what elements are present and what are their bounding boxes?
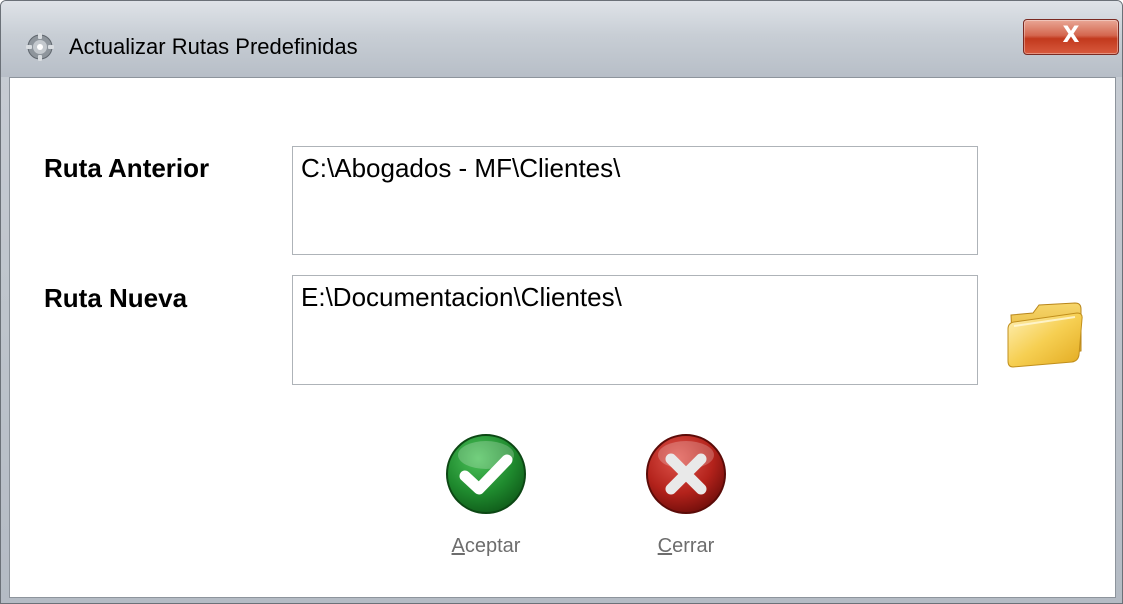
close-window-button[interactable]: X xyxy=(1023,19,1119,55)
close-label: Cerrar xyxy=(657,535,715,557)
checkmark-icon xyxy=(446,434,526,514)
accept-label: Aceptar xyxy=(451,535,521,557)
window-title: Actualizar Rutas Predefinidas xyxy=(69,34,358,59)
close-button[interactable]: Cerrar xyxy=(631,433,741,558)
ruta-nueva-value: E:\Documentacion\Clientes\ xyxy=(301,282,622,312)
cross-icon xyxy=(646,434,726,514)
ruta-anterior-field[interactable]: C:\Abogados - MF\Clientes\ xyxy=(292,146,978,255)
title-bar[interactable]: Actualizar Rutas Predefinidas X xyxy=(1,1,1122,77)
close-icon: X xyxy=(1062,23,1080,48)
ruta-nueva-field[interactable]: E:\Documentacion\Clientes\ xyxy=(292,275,978,385)
ruta-anterior-label: Ruta Anterior xyxy=(44,153,210,183)
folder-icon[interactable] xyxy=(1005,299,1085,369)
gear-icon xyxy=(26,33,54,61)
dialog-content: Ruta Anterior C:\Abogados - MF\Clientes\… xyxy=(9,77,1116,598)
ruta-anterior-value: C:\Abogados - MF\Clientes\ xyxy=(301,153,621,183)
accept-button[interactable]: Aceptar xyxy=(431,433,541,558)
ruta-nueva-label: Ruta Nueva xyxy=(44,283,188,313)
dialog-window: Actualizar Rutas Predefinidas X Ruta Ant… xyxy=(0,0,1123,604)
